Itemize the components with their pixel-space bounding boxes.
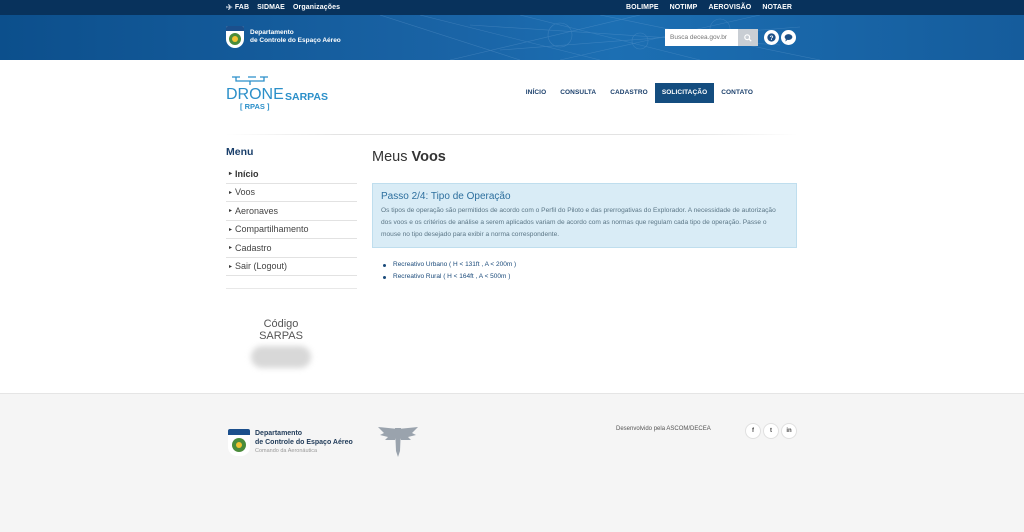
sidebar-item-inicio[interactable]: ▸ Início [226,165,357,184]
top-link-bolimpe[interactable]: BOLIMPE [626,4,659,11]
sidebar-item-voos[interactable]: ▸ Voos [226,184,357,202]
site-footer [0,393,1024,532]
step-title: Passo 2/4: Tipo de Operação [381,191,511,202]
codigo-line2: SARPAS [259,330,303,342]
caret-right-icon: ▸ [229,226,233,233]
top-links-left: ✈ FAB SIDMAE Organizações [226,0,340,15]
top-utility-bar: ✈ FAB SIDMAE Organizações BOLIMPE NOTIMP … [0,0,1024,15]
decea-badge-icon [226,26,244,48]
top-link-aerovisao[interactable]: AEROVISÃO [708,4,751,11]
sidebar-item-compartilhamento[interactable]: ▸ Compartilhamento [226,221,357,239]
option-recreativo-rural[interactable]: Recreativo Rural ( H < 164ft , A < 500m … [383,271,516,283]
sidebar-title: Menu [226,146,254,158]
decea-badge-icon [228,429,250,456]
decea-header-line1: Departamento [250,29,294,36]
linkedin-button[interactable]: in [781,423,797,439]
sidebar-item-label: Início [235,168,259,179]
drone-sarpas-logo[interactable]: DRONE SARPAS [ RPAS ] [226,72,336,112]
search-input[interactable] [665,29,738,46]
caret-right-icon: ▸ [229,208,233,215]
search-button[interactable] [738,29,758,46]
codigo-value-redacted [251,346,311,368]
top-link-sidmae[interactable]: SIDMAE [257,4,285,11]
top-link-notaer[interactable]: NOTAER [762,4,792,11]
bullet-icon [383,263,386,267]
option-label: Recreativo Rural ( H < 164ft , A < 500m … [393,273,511,280]
codigo-sarpas-label: Código SARPAS [226,318,336,342]
svg-text:?: ? [770,35,774,42]
top-link-notimp[interactable]: NOTIMP [670,4,698,11]
bullet-icon [383,275,386,279]
page-title-bold: Voos [411,149,446,165]
caret-right-icon: ▸ [229,245,233,252]
facebook-icon: f [752,428,754,434]
logo-word-sarpas: SARPAS [285,91,328,103]
top-link-organizacoes[interactable]: Organizações [293,4,340,11]
page-title-prefix: Meus [372,149,412,165]
facebook-button[interactable]: f [745,423,761,439]
nav-inicio[interactable]: INÍCIO [519,83,553,103]
top-link-fab-label: FAB [234,4,250,11]
airspace-map-pattern [379,15,821,60]
decea-header-brand[interactable]: Departamento de Controle do Espaço Aéreo [226,26,341,48]
footer-brand-text: Departamento de Controle do Espaço Aéreo… [255,430,353,455]
codigo-line1: Código [263,318,299,330]
site-header-band: Departamento de Controle do Espaço Aéreo [0,15,1024,60]
logo-word-rpas: [ RPAS ] [240,102,270,111]
sidebar-item-label: Voos [235,187,256,198]
nav-contato[interactable]: CONTATO [714,83,760,103]
sidebar-menu: ▸ Início ▸ Voos ▸ Aeronaves ▸ Compartilh… [226,165,357,276]
drone-logo-icon: DRONE SARPAS [ RPAS ] [226,76,328,111]
search-icon [744,33,752,42]
sidebar-item-cadastro[interactable]: ▸ Cadastro [226,239,357,258]
decea-header-line2: de Controle do Espaço Aéreo [250,37,341,44]
caret-right-icon: ▸ [229,171,233,178]
linkedin-icon: in [786,428,792,434]
step-description: Os tipos de operação são permitidos de a… [381,207,776,238]
caret-right-icon: ▸ [229,263,233,270]
footer-decea-brand[interactable]: Departamento de Controle do Espaço Aéreo… [228,429,353,456]
top-link-fab[interactable]: ✈ FAB [226,3,249,12]
footer-org-line2: de Controle do Espaço Aéreo [255,438,353,446]
footer-org-line3: Comando da Aeronáutica [255,448,318,454]
nav-consulta[interactable]: CONSULTA [553,83,603,103]
step-info-box: Passo 2/4: Tipo de Operação Os tipos de … [372,183,797,248]
sidebar-divider [226,288,357,289]
sidebar-item-label: Compartilhamento [235,224,309,235]
fab-wing-icon: ✈ [226,3,233,12]
operation-type-list: Recreativo Urbano ( H < 131ft , A < 200m… [383,259,516,283]
twitter-button[interactable]: t [763,423,779,439]
sidebar-item-label: Cadastro [235,242,272,253]
option-label: Recreativo Urbano ( H < 131ft , A < 200m… [393,261,517,268]
sidebar-item-aeronaves[interactable]: ▸ Aeronaves [226,202,357,221]
developer-credit: Desenvolvido pela ASCOM/DECEA [616,426,711,432]
question-icon: ? [767,33,776,42]
top-links-right: BOLIMPE NOTIMP AEROVISÃO NOTAER [626,0,792,15]
fab-emblem-icon [374,423,422,464]
caret-right-icon: ▸ [229,189,233,196]
main-nav: INÍCIO CONSULTA CADASTRO SOLICITAÇÃO CON… [519,83,760,103]
sidebar-item-logout[interactable]: ▸ Sair (Logout) [226,258,357,276]
nav-solicitacao[interactable]: SOLICITAÇÃO [654,83,715,103]
header-divider [226,134,798,135]
footer-org-line1: Departamento [255,430,303,437]
sidebar-item-label: Aeronaves [235,205,279,216]
option-recreativo-urbano[interactable]: Recreativo Urbano ( H < 131ft , A < 200m… [383,259,516,271]
twitter-icon: t [770,428,772,434]
logo-word-drone: DRONE [226,86,284,103]
chat-button[interactable] [781,30,796,45]
sidebar-item-label: Sair (Logout) [235,261,288,272]
search-box [665,29,758,46]
help-button[interactable]: ? [764,30,779,45]
nav-cadastro[interactable]: CADASTRO [603,83,655,103]
chat-icon [784,34,793,42]
page-title: Meus Voos [372,149,446,165]
decea-header-text: Departamento de Controle do Espaço Aéreo [250,29,341,45]
